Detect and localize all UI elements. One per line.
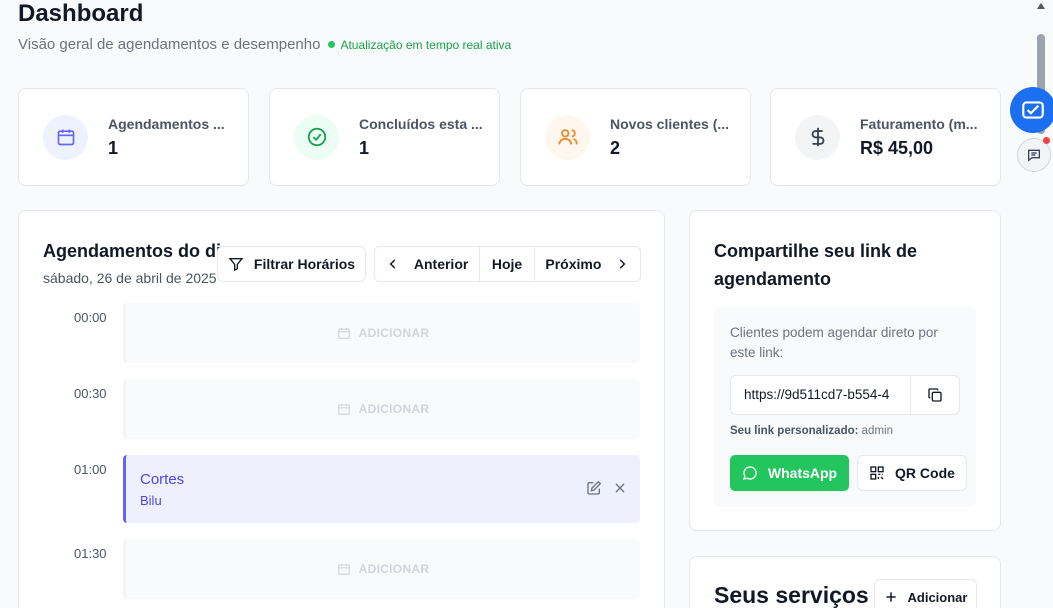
previous-label: Anterior <box>413 256 469 272</box>
next-day-button[interactable]: Próximo <box>535 247 640 281</box>
calendar-icon <box>337 403 350 415</box>
slot-time: 00:00 <box>74 310 107 325</box>
stat-card-appointments: Agendamentos ... 1 <box>18 88 249 186</box>
calendar-icon <box>43 114 88 160</box>
live-status: Atualização em tempo real ativa <box>328 38 511 52</box>
filter-icon <box>228 258 244 272</box>
appointment-service: Cortes <box>140 471 185 488</box>
custom-link-prefix: Seu link personalizado: <box>730 425 859 437</box>
stat-card-new-clients: Novos clientes (... 2 <box>520 88 751 186</box>
add-slot-label: ADICIONAR <box>358 402 430 416</box>
live-status-text: Atualização em tempo real ativa <box>340 37 512 52</box>
whatsapp-share-button[interactable]: WhatsApp <box>730 455 849 491</box>
whatsapp-icon <box>742 466 757 480</box>
dollar-icon <box>795 114 840 160</box>
copy-link-button[interactable] <box>910 375 960 415</box>
today-button[interactable]: Hoje <box>480 247 535 281</box>
scroll-up-arrow-icon[interactable] <box>1037 3 1045 9</box>
share-link-panel: Compartilhe seu link de agendamento Clie… <box>689 210 1001 531</box>
calendar-icon <box>337 563 350 575</box>
chevron-left-icon <box>389 259 396 269</box>
services-title: Seus serviços <box>714 582 869 608</box>
live-dot-icon <box>328 41 336 48</box>
extension-icon[interactable] <box>1010 87 1053 133</box>
schedule-date: sábado, 26 de abril de 2025 <box>43 270 217 286</box>
slot-time: 01:00 <box>74 462 107 477</box>
add-service-button[interactable]: Adicionar <box>874 579 977 608</box>
appointment-actions <box>586 480 628 496</box>
stat-value: 1 <box>359 137 370 158</box>
empty-slot-add[interactable]: ADICIONAR <box>123 303 640 363</box>
page-title: Dashboard <box>18 0 144 27</box>
stat-label: Agendamentos ... <box>108 115 225 132</box>
users-icon <box>545 114 590 160</box>
custom-link-value: admin <box>861 425 893 437</box>
custom-link-info: Seu link personalizado: admin <box>730 425 893 437</box>
share-title: Compartilhe seu link de agendamento <box>714 241 918 289</box>
share-box: Clientes podem agendar direto por este l… <box>714 307 976 507</box>
stat-card-completed: Concluídos esta ... 1 <box>269 88 500 186</box>
copy-icon <box>928 388 942 402</box>
filter-hours-button[interactable]: Filtrar Horários <box>217 246 366 282</box>
qr-code-button[interactable]: QR Code <box>857 455 967 491</box>
qr-code-label: QR Code <box>895 465 955 481</box>
stat-label: Faturamento (m... <box>860 115 978 132</box>
stat-card-revenue: Faturamento (m... R$ 45,00 <box>770 88 1001 186</box>
add-slot-label: ADICIONAR <box>358 562 430 576</box>
subtitle-row: Visão geral de agendamentos e desempenho… <box>18 36 511 53</box>
chevron-right-icon <box>620 259 626 269</box>
date-navigation: Anterior Hoje Próximo <box>374 246 641 282</box>
next-label: Próximo <box>545 256 602 272</box>
slot-time: 01:30 <box>74 546 107 561</box>
schedule-panel: Agendamentos do dia sábado, 26 de abril … <box>18 210 665 608</box>
today-label: Hoje <box>491 256 523 272</box>
stat-label: Concluídos esta ... <box>359 115 483 132</box>
plus-icon <box>885 592 896 602</box>
whatsapp-label: WhatsApp <box>767 465 838 481</box>
edit-icon[interactable] <box>586 480 602 496</box>
services-panel: Seus serviços Adicionar <box>689 556 1001 608</box>
page-subtitle: Visão geral de agendamentos e desempenho <box>18 36 321 53</box>
empty-slot-add[interactable]: ADICIONAR <box>123 539 640 599</box>
calendar-icon <box>337 327 350 339</box>
stat-label: Novos clientes (... <box>610 115 730 132</box>
check-circle-icon <box>294 114 339 160</box>
stat-value: 2 <box>610 137 621 158</box>
booking-link-field[interactable]: https://9d511cd7-b554-4 <box>730 375 910 415</box>
previous-day-button[interactable]: Anterior <box>375 247 481 281</box>
add-service-label: Adicionar <box>907 589 968 605</box>
schedule-title: Agendamentos do dia <box>43 241 232 261</box>
close-icon[interactable] <box>612 480 628 496</box>
empty-slot-add[interactable]: ADICIONAR <box>123 379 640 439</box>
share-description: Clientes podem agendar direto por este l… <box>730 325 938 360</box>
qr-code-icon <box>870 466 884 480</box>
stat-value: R$ 45,00 <box>860 137 934 158</box>
filter-label: Filtrar Horários <box>253 256 356 272</box>
appointment-client: Bilu <box>140 493 162 508</box>
appointment-card[interactable]: Cortes Bilu <box>123 455 640 523</box>
notification-dot-icon <box>1043 137 1050 144</box>
slot-time: 00:30 <box>74 386 107 401</box>
stat-value: 1 <box>108 137 119 158</box>
add-slot-label: ADICIONAR <box>358 326 430 340</box>
